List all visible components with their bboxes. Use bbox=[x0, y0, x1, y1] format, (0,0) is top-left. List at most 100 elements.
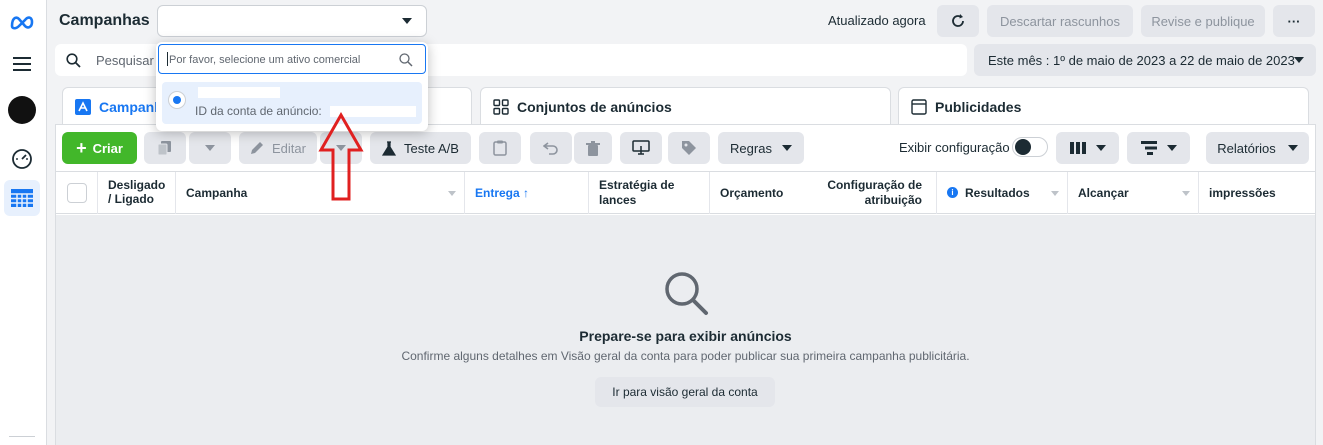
rules-button[interactable]: Regras bbox=[718, 132, 804, 164]
column-header-bid-strategy[interactable]: Estratégia de lances bbox=[589, 172, 710, 214]
red-up-arrow-annotation bbox=[318, 112, 364, 201]
ab-test-button[interactable]: Teste A/B bbox=[370, 132, 471, 164]
create-label: Criar bbox=[92, 140, 123, 156]
account-id-label: ID da conta de anúncio: bbox=[195, 104, 322, 118]
rules-label: Regras bbox=[730, 140, 772, 156]
undo-icon bbox=[543, 142, 558, 155]
tag-icon bbox=[682, 141, 696, 155]
meta-logo-icon[interactable] bbox=[4, 4, 40, 40]
tab-ads[interactable]: Publicidades bbox=[898, 87, 1309, 125]
breakdown-icon bbox=[1140, 141, 1157, 155]
campaign-folder-icon bbox=[75, 99, 91, 115]
clipboard-icon bbox=[493, 140, 507, 156]
column-label: Orçamento bbox=[720, 186, 784, 200]
tab-label: Conjuntos de anúncios bbox=[517, 99, 672, 115]
rail-divider bbox=[9, 436, 35, 437]
column-header-toggle[interactable]: Desligado / Ligado bbox=[98, 172, 176, 214]
column-label: Configuração de atribuição bbox=[827, 178, 922, 207]
discard-drafts-button[interactable]: Descartar rascunhos bbox=[987, 5, 1133, 37]
table-header: Desligado / Ligado Campanha Entrega ↑ Es… bbox=[56, 171, 1315, 214]
reports-label: Relatórios bbox=[1217, 140, 1276, 156]
date-range-label: Este mês : 1º de maio de 2023 a 22 de ma… bbox=[988, 53, 1295, 68]
tab-ad-sets[interactable]: Conjuntos de anúncios bbox=[480, 87, 891, 125]
dashboard-gauge-icon[interactable] bbox=[4, 141, 40, 177]
page-title: Campanhas bbox=[59, 12, 150, 29]
account-avatar[interactable] bbox=[4, 92, 40, 128]
column-label: Entrega ↑ bbox=[475, 186, 530, 200]
column-label: Estratégia de lances bbox=[599, 178, 675, 207]
search-icon bbox=[399, 53, 413, 67]
create-button[interactable]: + Criar bbox=[62, 132, 137, 164]
reports-button[interactable]: Relatórios bbox=[1206, 132, 1309, 164]
column-header-results[interactable]: i Resultados bbox=[937, 172, 1068, 214]
refresh-button[interactable] bbox=[937, 5, 979, 37]
tab-label: Publicidades bbox=[935, 99, 1022, 115]
breakdown-button[interactable] bbox=[1127, 132, 1190, 164]
column-label: impressões bbox=[1209, 186, 1276, 200]
updated-status: Atualizado agora bbox=[828, 13, 926, 28]
ad-account-select[interactable] bbox=[157, 5, 427, 37]
more-options-button[interactable]: ··· bbox=[1273, 5, 1315, 37]
chevron-down-icon bbox=[1095, 145, 1106, 151]
info-icon: i bbox=[947, 187, 958, 198]
radio-selected-dot bbox=[173, 96, 181, 104]
column-label: Desligado / Ligado bbox=[108, 178, 166, 206]
empty-state-title: Prepare-se para exibir anúncios bbox=[579, 328, 792, 344]
search-placeholder: Pesquisar bbox=[96, 53, 154, 68]
account-overview-button[interactable]: Ir para visão geral da conta bbox=[595, 377, 775, 407]
ab-test-label: Teste A/B bbox=[404, 140, 459, 156]
left-navigation-rail bbox=[0, 0, 47, 445]
menu-icon[interactable] bbox=[4, 46, 40, 82]
refresh-icon bbox=[952, 14, 964, 27]
duplicate-button[interactable] bbox=[144, 132, 186, 164]
duplicate-icon bbox=[157, 141, 171, 156]
column-label: Resultados bbox=[965, 186, 1030, 200]
chevron-down-icon bbox=[205, 145, 215, 151]
campaigns-table-icon[interactable] bbox=[4, 180, 40, 216]
empty-state: Prepare-se para exibir anúncios Confirme… bbox=[56, 215, 1315, 445]
trash-icon bbox=[586, 140, 600, 156]
sort-icon bbox=[448, 191, 456, 196]
column-label: Alcançar bbox=[1078, 186, 1129, 200]
empty-state-description: Confirme alguns detalhes em Visão geral … bbox=[401, 349, 970, 363]
ad-account-popover: Por favor, selecione um ativo comercial … bbox=[156, 42, 428, 131]
sort-icon bbox=[1182, 191, 1190, 196]
asset-search-placeholder: Por favor, selecione um ativo comercial bbox=[169, 54, 361, 66]
toggle-knob bbox=[1015, 139, 1031, 155]
chevron-down-icon bbox=[1294, 57, 1304, 63]
preview-button[interactable] bbox=[620, 132, 662, 164]
column-header-reach[interactable]: Alcançar bbox=[1068, 172, 1199, 214]
tag-button[interactable] bbox=[668, 132, 710, 164]
redacted-account-name bbox=[198, 87, 280, 98]
asset-search-input[interactable]: Por favor, selecione um ativo comercial bbox=[158, 44, 426, 74]
columns-button[interactable] bbox=[1056, 132, 1119, 164]
grid-icon bbox=[493, 99, 509, 115]
plus-icon: + bbox=[76, 137, 87, 158]
show-config-toggle[interactable] bbox=[1012, 137, 1048, 157]
show-config-label: Exibir configuração bbox=[899, 140, 1010, 155]
delete-button[interactable] bbox=[574, 132, 612, 164]
column-label: Campanha bbox=[186, 186, 248, 200]
edit-button[interactable]: Editar bbox=[239, 132, 317, 164]
ad-account-option[interactable]: ID da conta de anúncio: bbox=[162, 82, 422, 124]
select-all-checkbox[interactable] bbox=[67, 183, 87, 203]
chevron-down-icon bbox=[1287, 145, 1298, 151]
preview-icon bbox=[632, 140, 650, 155]
duplicate-dropdown-button[interactable] bbox=[189, 132, 231, 164]
columns-icon bbox=[1069, 142, 1086, 154]
chevron-down-icon bbox=[1166, 145, 1177, 151]
edit-label: Editar bbox=[272, 140, 306, 156]
ad-window-icon bbox=[911, 99, 927, 115]
radio-button[interactable] bbox=[168, 91, 186, 109]
undo-button[interactable] bbox=[530, 132, 572, 164]
column-header-impressions[interactable]: impressões bbox=[1199, 172, 1315, 214]
date-range-picker[interactable]: Este mês : 1º de maio de 2023 a 22 de ma… bbox=[974, 44, 1316, 76]
chevron-down-icon bbox=[402, 18, 412, 24]
pencil-icon bbox=[251, 142, 264, 154]
column-header-budget-attribution[interactable]: Orçamento Configuração de atribuição bbox=[710, 172, 937, 214]
clipboard-button[interactable] bbox=[479, 132, 521, 164]
column-header-delivery[interactable]: Entrega ↑ bbox=[465, 172, 589, 214]
search-icon bbox=[66, 53, 81, 68]
select-all-cell bbox=[56, 172, 98, 214]
review-publish-button[interactable]: Revise e publique bbox=[1141, 5, 1265, 37]
